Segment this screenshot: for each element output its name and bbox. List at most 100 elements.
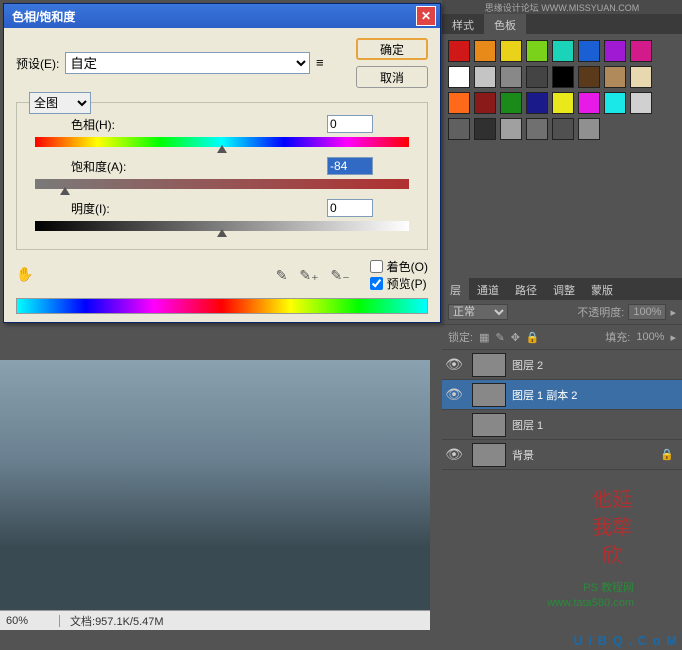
status-bar: 60% 文档:957.1K/5.47M (0, 610, 430, 630)
swatch[interactable] (578, 118, 600, 140)
swatch[interactable] (630, 40, 652, 62)
swatch[interactable] (448, 118, 470, 140)
swatch[interactable] (448, 92, 470, 114)
layer-tab[interactable]: 蒙版 (583, 278, 621, 300)
swatch[interactable] (500, 92, 522, 114)
swatch[interactable] (552, 40, 574, 62)
hue-input[interactable] (327, 115, 373, 133)
swatch[interactable] (500, 66, 522, 88)
swatch[interactable] (500, 118, 522, 140)
swatch[interactable] (448, 66, 470, 88)
lock-icon: 🔒 (660, 448, 674, 461)
layer-name: 图层 1 副本 2 (512, 387, 577, 403)
slider-group: 全图 色相(H): 饱和度(A): (16, 102, 428, 250)
hue-label: 色相(H): (71, 116, 327, 133)
swatch-grid (442, 34, 682, 146)
layer-tab[interactable]: 通道 (469, 278, 507, 300)
layer-thumb (472, 413, 506, 437)
dialog-title: 色相/饱和度 (8, 8, 416, 25)
swatch[interactable] (578, 92, 600, 114)
layer-list: 👁 图层 2 👁 图层 1 副本 2 图层 1 👁 背景 🔒 (442, 350, 682, 470)
swatch[interactable] (604, 66, 626, 88)
lightness-input[interactable] (327, 199, 373, 217)
credit-watermark: PS 教程网 www.tata580.com (547, 581, 634, 610)
close-icon[interactable]: ✕ (416, 6, 436, 26)
eyedropper-icon[interactable]: ✎ (274, 267, 290, 284)
layers-panel: 层通道路径调整蒙版 正常 不透明度: 100% ▸ 锁定: ▦ ✎ ✥ 🔒 填充… (442, 278, 682, 470)
hue-saturation-dialog: 色相/饱和度 ✕ 预设(E): 自定 ≡ 确定 取消 全图 色相(H): (3, 3, 441, 323)
opacity-arrow-icon[interactable]: ▸ (670, 306, 676, 319)
lock-row: 锁定: ▦ ✎ ✥ 🔒 填充: 100% ▸ (442, 325, 682, 350)
tab-styles[interactable]: 样式 (442, 14, 484, 34)
lock-brush-icon[interactable]: ✎ (495, 331, 504, 344)
layer-row[interactable]: 图层 1 (442, 410, 682, 440)
visibility-icon[interactable]: 👁 (442, 386, 466, 403)
layer-thumb (472, 443, 506, 467)
preset-select[interactable]: 自定 (65, 52, 310, 74)
swatch[interactable] (552, 118, 574, 140)
channel-select[interactable]: 全图 (29, 92, 91, 114)
lightness-label: 明度(I): (71, 200, 327, 217)
blend-row: 正常 不透明度: 100% ▸ (442, 300, 682, 325)
ok-button[interactable]: 确定 (356, 38, 428, 60)
swatch[interactable] (526, 92, 548, 114)
swatch[interactable] (474, 118, 496, 140)
swatch[interactable] (500, 40, 522, 62)
swatch[interactable] (526, 40, 548, 62)
opacity-label: 不透明度: (577, 304, 624, 320)
fill-value[interactable]: 100% (636, 331, 664, 343)
swatch[interactable] (474, 92, 496, 114)
lock-move-icon[interactable]: ✥ (511, 331, 520, 344)
visibility-icon[interactable]: 👁 (442, 446, 466, 463)
saturation-label: 饱和度(A): (71, 158, 327, 175)
swatch[interactable] (630, 66, 652, 88)
layer-tab[interactable]: 调整 (545, 278, 583, 300)
swatch[interactable] (474, 40, 496, 62)
lightness-slider[interactable] (35, 221, 409, 231)
saturation-row: 饱和度(A): (31, 157, 413, 189)
layer-row[interactable]: 👁 背景 🔒 (442, 440, 682, 470)
bottom-watermark: U i B Q . C o M (573, 633, 678, 648)
swatch[interactable] (526, 66, 548, 88)
swatch[interactable] (578, 40, 600, 62)
layer-row[interactable]: 👁 图层 1 副本 2 (442, 380, 682, 410)
preview-checkbox[interactable]: 预览(P) (370, 275, 428, 292)
swatch[interactable] (552, 92, 574, 114)
eyedropper-add-icon[interactable]: ✎₊ (297, 267, 320, 284)
spectrum-bar (16, 298, 428, 314)
lock-transparent-icon[interactable]: ▦ (479, 331, 489, 344)
hand-icon[interactable]: ✋ (16, 266, 38, 284)
swatch[interactable] (552, 66, 574, 88)
swatch[interactable] (526, 118, 548, 140)
hue-slider[interactable] (35, 137, 409, 147)
tab-swatches[interactable]: 色板 (484, 14, 526, 34)
lock-all-icon[interactable]: 🔒 (526, 331, 540, 344)
layer-name: 背景 (512, 447, 534, 463)
swatch[interactable] (604, 92, 626, 114)
preset-menu-icon[interactable]: ≡ (316, 55, 332, 71)
layer-row[interactable]: 👁 图层 2 (442, 350, 682, 380)
canvas[interactable] (0, 360, 430, 610)
swatch[interactable] (578, 66, 600, 88)
visibility-icon[interactable]: 👁 (442, 356, 466, 373)
top-watermark: 思缘设计论坛 WWW.MISSYUAN.COM (442, 0, 682, 14)
cancel-button[interactable]: 取消 (356, 66, 428, 88)
colorize-checkbox[interactable]: 着色(O) (370, 258, 428, 275)
opacity-value[interactable]: 100% (628, 304, 666, 320)
dialog-titlebar[interactable]: 色相/饱和度 ✕ (4, 4, 440, 28)
blend-mode-select[interactable]: 正常 (448, 304, 508, 320)
zoom-field[interactable]: 60% (0, 615, 60, 627)
layer-tab[interactable]: 层 (442, 278, 469, 300)
layer-tabs: 层通道路径调整蒙版 (442, 278, 682, 300)
fill-arrow-icon[interactable]: ▸ (670, 331, 676, 344)
swatch[interactable] (474, 66, 496, 88)
layer-tab[interactable]: 路径 (507, 278, 545, 300)
saturation-input[interactable] (327, 157, 373, 175)
swatch[interactable] (448, 40, 470, 62)
layer-name: 图层 1 (512, 417, 543, 433)
eyedropper-subtract-icon[interactable]: ✎₋ (329, 267, 352, 284)
saturation-slider[interactable] (35, 179, 409, 189)
lightness-row: 明度(I): (31, 199, 413, 231)
swatch[interactable] (604, 40, 626, 62)
swatch[interactable] (630, 92, 652, 114)
